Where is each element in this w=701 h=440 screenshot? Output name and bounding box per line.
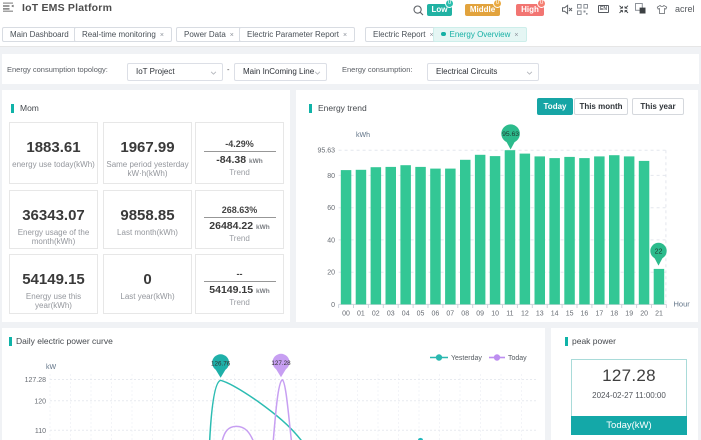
svg-text:12: 12 — [521, 311, 529, 318]
svg-text:18: 18 — [610, 311, 618, 318]
svg-text:40: 40 — [327, 237, 335, 244]
svg-text:60: 60 — [327, 205, 335, 212]
svg-text:07: 07 — [446, 311, 454, 318]
svg-text:14: 14 — [551, 311, 559, 318]
svg-text:15: 15 — [566, 311, 574, 318]
svg-text:kWh: kWh — [356, 132, 370, 139]
svg-text:08: 08 — [461, 311, 469, 318]
svg-text:20: 20 — [327, 270, 335, 277]
svg-text:04: 04 — [402, 311, 410, 318]
svg-text:Yesterday: Yesterday — [451, 355, 482, 362]
svg-text:kW: kW — [46, 364, 57, 371]
svg-text:120: 120 — [34, 398, 46, 405]
svg-text:11: 11 — [506, 311, 513, 318]
svg-text:95.63: 95.63 — [502, 131, 519, 138]
svg-text:110: 110 — [35, 428, 46, 435]
svg-text:09: 09 — [476, 311, 484, 318]
svg-text:127.28: 127.28 — [25, 377, 47, 384]
svg-text:17: 17 — [596, 311, 604, 318]
svg-text:06: 06 — [432, 311, 440, 318]
svg-text:02: 02 — [372, 311, 380, 318]
svg-text:Hour: Hour — [674, 300, 691, 309]
svg-text:10: 10 — [491, 311, 499, 318]
svg-text:126.76: 126.76 — [211, 360, 231, 367]
svg-text:21: 21 — [655, 311, 663, 318]
svg-text:95.63: 95.63 — [317, 148, 335, 155]
svg-text:03: 03 — [387, 311, 395, 318]
svg-text:127.28: 127.28 — [271, 360, 291, 367]
svg-text:0: 0 — [331, 302, 335, 309]
svg-text:16: 16 — [581, 311, 589, 318]
svg-text:19: 19 — [625, 311, 633, 318]
svg-text:05: 05 — [417, 311, 425, 318]
svg-text:80: 80 — [327, 173, 335, 180]
svg-text:20: 20 — [640, 311, 648, 318]
svg-text:01: 01 — [357, 311, 365, 318]
svg-text:Today: Today — [508, 355, 527, 362]
svg-text:13: 13 — [536, 311, 544, 318]
svg-text:22: 22 — [655, 249, 663, 256]
svg-text:00: 00 — [342, 311, 350, 318]
